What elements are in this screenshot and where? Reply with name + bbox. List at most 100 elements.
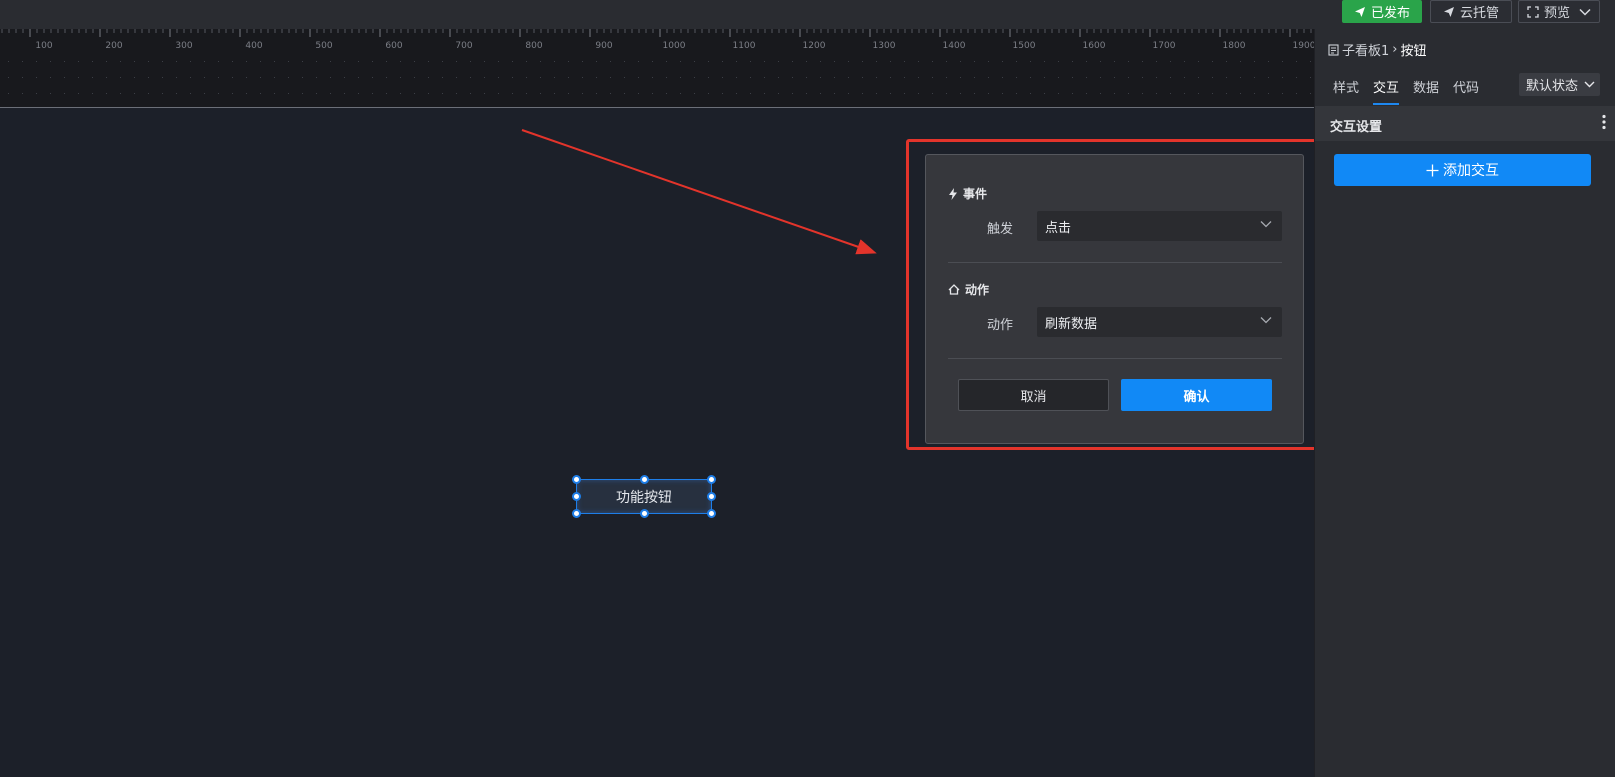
tab-data[interactable]: 数据 [1413, 77, 1439, 103]
grid-dot [1226, 61, 1227, 62]
fullscreen-icon [1527, 5, 1539, 18]
grid-dot [8, 93, 9, 94]
ruler-tick-label: 1400 [943, 41, 966, 51]
grid-dot [792, 77, 793, 78]
grid-dot [918, 93, 919, 94]
grid-dot [624, 93, 625, 94]
grid-dot [120, 61, 121, 62]
grid-dot [512, 93, 513, 94]
grid-dot [1240, 61, 1241, 62]
grid-dot [820, 77, 821, 78]
grid-dot [1156, 77, 1157, 78]
top-toolbar: 已发布 云托管 预览 [0, 0, 1615, 29]
grid-dot [204, 93, 205, 94]
chevron-down-icon [1584, 81, 1595, 88]
grid-dot [260, 77, 261, 78]
ruler-tick-label: 700 [455, 41, 472, 51]
resize-handle-nw[interactable] [572, 475, 581, 484]
grid-dot [806, 77, 807, 78]
grid-dot [498, 93, 499, 94]
grid-dot [1044, 61, 1045, 62]
more-vertical-icon[interactable] [1602, 114, 1606, 130]
grid-dot [764, 93, 765, 94]
grid-dot [610, 77, 611, 78]
grid-dot [106, 93, 107, 94]
grid-dot [666, 93, 667, 94]
grid-dot [862, 93, 863, 94]
grid-dot [330, 93, 331, 94]
grid-dot [92, 61, 93, 62]
tab-code[interactable]: 代码 [1453, 77, 1479, 103]
grid-dot [428, 77, 429, 78]
grid-dot [848, 93, 849, 94]
grid-dot [316, 77, 317, 78]
grid-dot [106, 77, 107, 78]
grid-dot [36, 93, 37, 94]
grid-dot [78, 77, 79, 78]
grid-dot [22, 77, 23, 78]
resize-handle-ne[interactable] [707, 475, 716, 484]
grid-dot [624, 61, 625, 62]
grid-dot [652, 61, 653, 62]
action-section-title: 动作 [948, 281, 989, 298]
cancel-button[interactable]: 取消 [958, 379, 1109, 411]
grid-dot [1044, 93, 1045, 94]
grid-dot [204, 77, 205, 78]
grid-dot [1296, 77, 1297, 78]
grid-dot [470, 77, 471, 78]
grid-dot [274, 61, 275, 62]
grid-dot [932, 61, 933, 62]
tab-style[interactable]: 样式 [1333, 77, 1359, 103]
grid-dot [792, 93, 793, 94]
grid-dot [764, 61, 765, 62]
state-select[interactable]: 默认状态 [1519, 73, 1600, 96]
cloud-hosting-button[interactable]: 云托管 [1430, 0, 1512, 23]
grid-dot [610, 93, 611, 94]
properties-panel: 子看板1 › 按钮 样式 交互 数据 代码 默认状态 交互设置 添加交互 [1314, 29, 1615, 777]
grid-dot [946, 93, 947, 94]
preview-button[interactable]: 预览 [1518, 0, 1600, 23]
ruler-tick-label: 1600 [1083, 41, 1106, 51]
trigger-select[interactable]: 点击 [1037, 211, 1282, 241]
ruler-tick-label: 500 [315, 41, 332, 51]
grid-dot [50, 77, 51, 78]
grid-dot [1296, 93, 1297, 94]
resize-handle-se[interactable] [707, 509, 716, 518]
grid-dot [1170, 93, 1171, 94]
tab-interaction[interactable]: 交互 [1373, 77, 1400, 105]
grid-dot [1198, 77, 1199, 78]
ruler-tick-label: 1900 [1293, 41, 1314, 51]
dialog-divider [948, 358, 1282, 359]
breadcrumb-parent[interactable]: 子看板1 [1342, 40, 1389, 59]
resize-handle-e[interactable] [707, 492, 716, 501]
action-select-value: 刷新数据 [1045, 316, 1098, 332]
grid-dot [120, 93, 121, 94]
add-interaction-button[interactable]: 添加交互 [1334, 154, 1591, 186]
breadcrumb: 子看板1 › 按钮 [1328, 40, 1427, 59]
grid-dot [694, 93, 695, 94]
grid-dot [1002, 61, 1003, 62]
grid-dot [414, 77, 415, 78]
grid-dot [904, 93, 905, 94]
confirm-button[interactable]: 确认 [1121, 379, 1272, 411]
resize-handle-s[interactable] [640, 509, 649, 518]
grid-dot [540, 93, 541, 94]
grid-dot [134, 93, 135, 94]
grid-dot [1184, 93, 1185, 94]
grid-dot [1086, 77, 1087, 78]
resize-handle-sw[interactable] [572, 509, 581, 518]
grid-dot [428, 61, 429, 62]
grid-dot [1310, 77, 1311, 78]
grid-dot [1030, 77, 1031, 78]
grid-dot [540, 77, 541, 78]
grid-dot [1212, 77, 1213, 78]
resize-handle-w[interactable] [572, 492, 581, 501]
grid-dot [526, 61, 527, 62]
resize-handle-n[interactable] [640, 475, 649, 484]
action-select[interactable]: 刷新数据 [1037, 307, 1282, 337]
grid-dot [680, 61, 681, 62]
grid-dot [1128, 61, 1129, 62]
trigger-select-value: 点击 [1045, 220, 1072, 236]
publish-button[interactable]: 已发布 [1342, 0, 1422, 23]
document-icon [1328, 43, 1339, 56]
